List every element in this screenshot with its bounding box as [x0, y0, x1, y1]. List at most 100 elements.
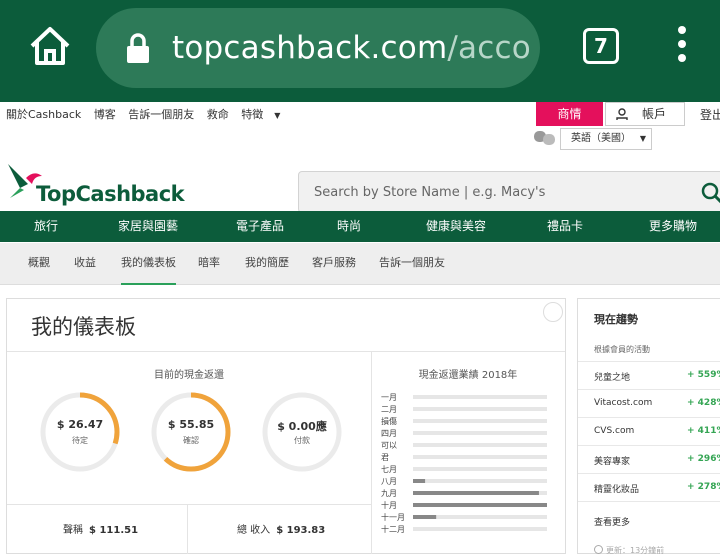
dropdown-arrow-icon: ▼ — [639, 134, 646, 143]
chart-month-label: 四月 — [381, 429, 397, 438]
category-travel[interactable]: 旅行 — [34, 211, 58, 242]
url-text: topcashback.com/acco — [172, 26, 531, 70]
topnav-about[interactable]: 關於Cashback — [6, 108, 81, 121]
chart-bar — [413, 479, 426, 483]
category-health-beauty[interactable]: 健康與美容 — [426, 211, 486, 242]
chart-month-label: 八月 — [381, 477, 397, 486]
screen: topcashback.com/acco 7 關於Cashback 博客 告訴一… — [0, 0, 720, 554]
chart-bar-track — [413, 527, 547, 531]
trending-row[interactable]: 美容專家 + 296% — [578, 445, 720, 473]
chart-bar — [413, 503, 547, 507]
chart-bar — [413, 491, 539, 495]
claimed-total: 聲稱 $ 111.51 — [63, 521, 138, 536]
trending-pct: + 278% — [687, 482, 720, 492]
divider — [187, 504, 188, 554]
divider — [7, 504, 371, 505]
person-icon — [616, 108, 628, 120]
cashback-title: 目前的現金返還 — [154, 370, 224, 381]
divider — [578, 501, 720, 502]
webpage: 關於Cashback 博客 告訴一個朋友 救命 特徵 ▼ 商情 帳戶 登出 英語（… — [0, 102, 720, 554]
trending-row[interactable]: 兒童之地 + 559% — [578, 361, 720, 389]
total-earnings: 總 收入 $ 193.83 — [237, 521, 325, 536]
home-icon[interactable] — [26, 22, 74, 70]
search-box — [298, 171, 720, 213]
deals-button[interactable]: 商情 — [536, 102, 603, 126]
topnav-features[interactable]: 特徵 ▼ — [241, 108, 289, 121]
topnav-tell-friend[interactable]: 告訴一個朋友 — [128, 108, 194, 121]
chart-bar-track — [413, 407, 547, 411]
chart-bar-track — [413, 479, 547, 483]
top-links: 關於Cashback 博客 告訴一個朋友 救命 特徵 ▼ — [6, 106, 298, 122]
lock-icon — [126, 32, 150, 64]
monthly-cashback-chart: 一月二月損傷四月可以君七月八月九月十月十一月十二月 — [381, 393, 547, 534]
topnav-blog[interactable]: 博客 — [94, 108, 116, 121]
chart-month-label: 十一月 — [381, 512, 405, 522]
search-icon[interactable] — [701, 182, 720, 204]
account-button[interactable]: 帳戶 — [605, 102, 685, 126]
subnav-customer-service[interactable]: 客戶服務 — [312, 243, 356, 285]
overflow-menu-icon[interactable] — [672, 26, 692, 66]
logout-link[interactable]: 登出 — [700, 106, 720, 123]
payable-amount: $ 0.00應 — [261, 418, 343, 434]
category-gift-cards[interactable]: 禮品卡 — [547, 211, 583, 242]
account-label: 帳戶 — [642, 107, 667, 121]
trending-store: CVS.com — [594, 426, 635, 436]
payable-label: 付款 — [294, 436, 310, 445]
subnav-dashboard[interactable]: 我的儀表板 — [121, 243, 176, 285]
language-icon — [534, 131, 555, 145]
clock-icon — [594, 545, 603, 554]
dashboard-title: 我的儀表板 — [31, 315, 136, 339]
confirmed-label: 確認 — [183, 436, 199, 445]
category-nav: 旅行 家居與園藝 電子產品 時尚 健康與美容 禮品卡 更多購物 — [0, 211, 720, 242]
url-path: /acco — [447, 30, 531, 66]
claimed-value: $ 111.51 — [89, 525, 139, 536]
chart-month-label: 可以 — [381, 441, 397, 450]
ring-confirmed: $ 55.85 確認 — [150, 391, 232, 473]
search-input[interactable] — [299, 172, 689, 212]
subnav-profile[interactable]: 我的簡歷 — [245, 243, 289, 285]
chart-month-label: 君 — [381, 453, 389, 462]
trending-pct: + 411% — [687, 426, 720, 436]
total-value: $ 193.83 — [276, 525, 326, 536]
category-fashion[interactable]: 時尚 — [337, 211, 361, 242]
see-more-link[interactable]: 查看更多 — [594, 515, 630, 528]
tab-switcher-button[interactable]: 7 — [583, 28, 619, 64]
topnav-features-label: 特徵 — [241, 108, 264, 121]
trending-row[interactable]: 精靈化妝品 + 278% — [578, 473, 720, 501]
category-electronics[interactable]: 電子產品 — [236, 211, 284, 242]
subnav-rates[interactable]: 暗率 — [198, 243, 220, 285]
claimed-label: 聲稱 — [63, 525, 83, 536]
ring-payable: $ 0.00應 付款 — [261, 391, 343, 473]
address-bar[interactable]: topcashback.com/acco — [96, 8, 540, 88]
subnav-earnings[interactable]: 收益 — [74, 243, 96, 285]
chart-month-label: 九月 — [381, 489, 397, 498]
trending-pct: + 296% — [687, 454, 720, 464]
pending-label: 待定 — [72, 436, 88, 445]
dashboard-card: 我的儀表板 目前的現金返還 $ 26.47 待定 $ 55.85 確認 $ 0.… — [6, 298, 566, 554]
topcashback-logo[interactable]: TopCashback — [6, 162, 185, 206]
trending-row[interactable]: CVS.com + 411% — [578, 417, 720, 445]
trending-store: Vitacost.com — [594, 398, 653, 408]
category-home-garden[interactable]: 家居與園藝 — [118, 211, 178, 242]
chart-bar — [413, 515, 437, 519]
topnav-help[interactable]: 救命 — [207, 108, 229, 121]
trending-title: 現在趨勢 — [594, 313, 638, 326]
language-value: 英語（美國） — [571, 133, 631, 144]
subnav-overview[interactable]: 概觀 — [28, 243, 50, 285]
chart-month-label: 一月 — [381, 393, 397, 402]
language-select[interactable]: 英語（美國） ▼ — [560, 128, 652, 150]
chart-bar-track — [413, 395, 547, 399]
chart-bar-track — [413, 443, 547, 447]
trending-pct: + 559% — [687, 370, 720, 380]
chart-title: 現金返還業績 2018年 — [418, 370, 518, 381]
chart-month-label: 損傷 — [381, 416, 397, 426]
category-more[interactable]: 更多購物 — [649, 211, 697, 242]
chart-month-label: 二月 — [381, 405, 397, 414]
collapse-icon[interactable] — [543, 302, 563, 322]
trending-store: 兒童之地 — [594, 373, 631, 383]
chart-bar-track — [413, 455, 547, 459]
trending-row[interactable]: Vitacost.com + 428% — [578, 389, 720, 417]
total-label: 總 收入 — [237, 525, 271, 536]
subnav-tell-friend[interactable]: 告訴一個朋友 — [379, 243, 445, 285]
payable-value: $ 0.00 — [277, 420, 316, 433]
